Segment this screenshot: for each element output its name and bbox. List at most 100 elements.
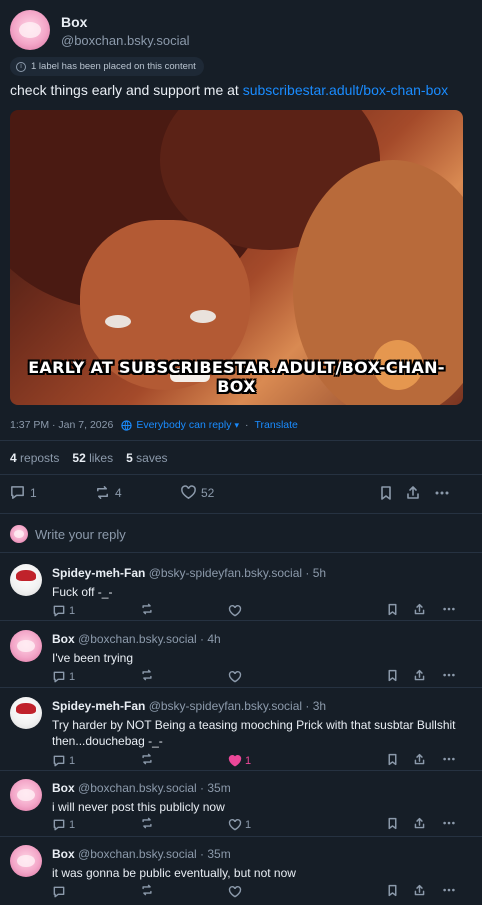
reply-author-handle[interactable]: @bsky-spideyfan.bsky.social [149,566,302,580]
reply-avatar[interactable] [10,845,42,877]
share-icon [414,603,425,614]
share-button[interactable] [413,603,442,619]
like-button[interactable]: 1 [228,818,386,832]
share-icon [414,753,425,764]
bookmark-button[interactable] [386,669,413,685]
chevron-down-icon: ▾ [234,419,239,430]
reply-icon [11,486,24,499]
reply-button[interactable]: 1 [52,604,140,618]
more-icon [443,757,455,761]
repost-button[interactable] [140,602,228,619]
more-button[interactable] [434,485,450,501]
heart-icon [228,670,242,682]
share-button[interactable] [413,669,442,685]
reply-time: · 5h [305,566,327,580]
reply-button[interactable]: 1 [52,670,140,684]
post-stats: 4 reposts 52 likes 5 saves [10,451,181,465]
bookmark-button[interactable] [386,753,413,769]
reply-composer[interactable]: Write your reply [10,525,126,543]
repost-button[interactable]: 4 [94,484,180,501]
post-text: check things early and support me at sub… [10,82,448,98]
more-button[interactable] [442,883,456,900]
heart-filled-icon [228,754,242,766]
reply-author-name[interactable]: Spidey-meh-Fan [52,699,145,713]
content-label-notice[interactable]: i 1 label has been placed on this conten… [10,57,204,76]
reply-author-handle[interactable]: @boxchan.bsky.social [78,632,197,646]
share-button[interactable] [413,817,442,833]
repost-button[interactable] [140,816,228,833]
more-icon [443,673,455,677]
like-button[interactable]: 1 [228,754,386,768]
reply-avatar[interactable] [10,697,42,729]
divider [0,474,482,475]
reply-placeholder[interactable]: Write your reply [35,527,126,542]
more-icon [443,607,455,611]
like-button[interactable]: 52 [180,484,378,501]
like-button[interactable] [228,885,386,899]
share-icon [414,817,425,828]
reply-author-name[interactable]: Box [52,847,75,861]
share-button[interactable] [413,884,442,900]
bookmark-icon [388,669,397,681]
bookmark-button[interactable] [386,884,413,900]
post-image[interactable]: EARLY AT SUBSCRIBESTAR.ADULT/BOX-CHAN-BO… [10,110,463,405]
reply-author-name[interactable]: Spidey-meh-Fan [52,566,145,580]
author-avatar[interactable] [10,10,50,50]
repost-button[interactable] [140,883,228,900]
reply-time: · 4h [200,632,221,646]
reply-icon [53,605,65,616]
image-shape [105,315,131,328]
like-button[interactable] [228,604,386,618]
repost-icon [142,603,152,615]
likes-stat[interactable]: 52 likes [72,451,113,465]
reply-icon [53,819,65,830]
more-button[interactable] [442,752,456,769]
post-meta: 1:37 PM · Jan 7, 2026 Everybody can repl… [10,419,298,431]
reply-time: · 35m [200,781,231,795]
repost-button[interactable] [140,668,228,685]
reply-button[interactable] [52,885,140,899]
like-button[interactable] [228,670,386,684]
reply-author-name[interactable]: Box [52,632,75,646]
author-name[interactable]: Box [61,14,190,30]
divider [0,836,482,837]
image-caption: EARLY AT SUBSCRIBESTAR.ADULT/BOX-CHAN-BO… [28,358,445,396]
reply-button[interactable]: 1 [52,754,140,768]
reply-author-name[interactable]: Box [52,781,75,795]
heart-icon [181,485,196,500]
reply-button[interactable]: 1 [9,484,94,501]
image-shape [190,310,216,323]
reply-text: it was gonna be public eventually, but n… [52,866,296,880]
post-link[interactable]: subscribestar.adult/box-chan-box [243,82,448,98]
post-timestamp[interactable]: 1:37 PM · Jan 7, 2026 [10,419,113,431]
reply-author-handle[interactable]: @boxchan.bsky.social [78,781,197,795]
share-button[interactable] [405,485,434,501]
bookmark-button[interactable] [386,603,413,619]
reply-icon [53,755,65,766]
share-button[interactable] [413,753,442,769]
repost-button[interactable] [140,752,228,769]
more-button[interactable] [442,602,456,619]
bookmark-button[interactable] [386,817,413,833]
divider [0,687,482,688]
reply-button[interactable]: 1 [52,818,140,832]
more-button[interactable] [442,816,456,833]
author-handle[interactable]: @boxchan.bsky.social [61,33,190,48]
more-button[interactable] [442,668,456,685]
reply-avatar[interactable] [10,564,42,596]
reply-setting[interactable]: Everybody can reply ▾ [121,419,239,431]
reply-author-handle[interactable]: @boxchan.bsky.social [78,847,197,861]
reply-author-handle[interactable]: @bsky-spideyfan.bsky.social [149,699,302,713]
divider [0,620,482,621]
reply-actions: 1 [52,602,472,619]
post-actions: 1 4 52 [9,484,468,501]
reposts-stat[interactable]: 4 reposts [10,451,59,465]
saves-stat[interactable]: 5 saves [126,451,167,465]
reply-avatar[interactable] [10,779,42,811]
reply-actions: 1 1 [52,752,472,769]
reply-avatar[interactable] [10,630,42,662]
reply-icon [53,886,65,897]
translate-link[interactable]: Translate [255,419,298,431]
bookmark-button[interactable] [378,485,405,501]
more-icon [435,491,449,494]
